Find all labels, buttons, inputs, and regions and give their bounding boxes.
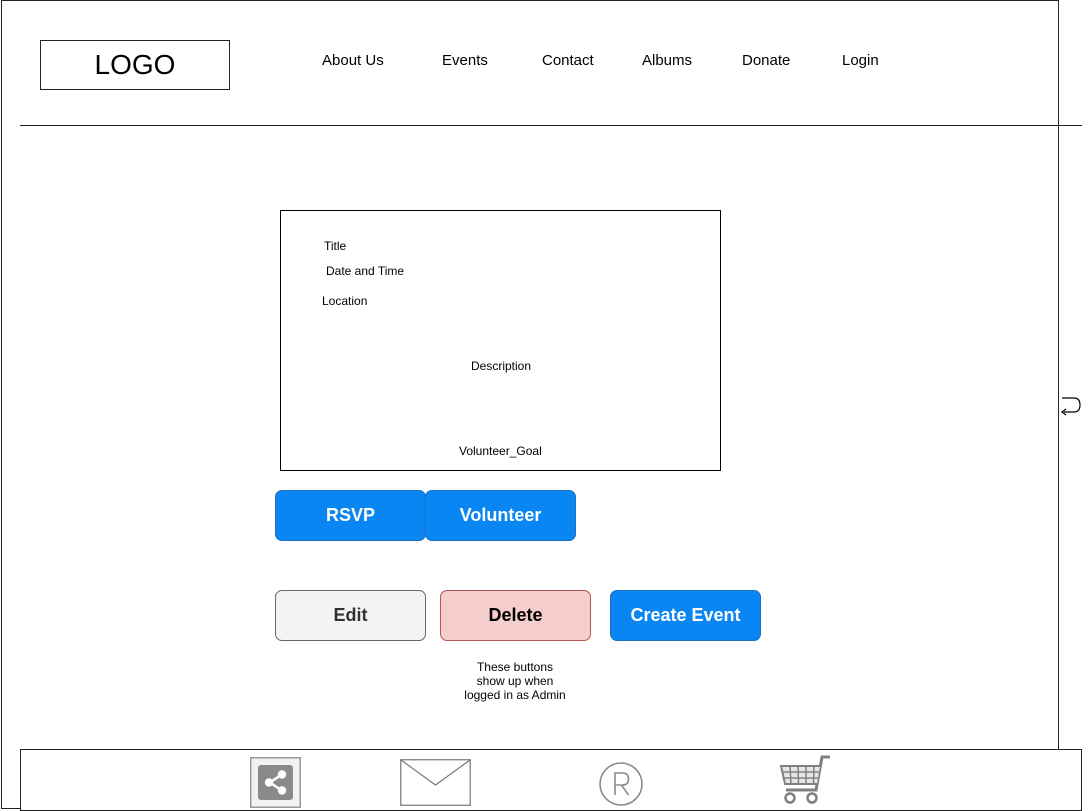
registered-icon[interactable] [598,761,644,807]
admin-note: These buttons show up when logged in as … [455,660,575,702]
event-location: Location [322,294,368,308]
mail-icon[interactable] [400,759,471,806]
footer [20,749,1082,811]
rsvp-label: RSVP [325,505,376,525]
edit-label: Edit [333,605,368,625]
event-volunteer-goal: Volunteer_Goal [459,444,542,458]
admin-note-line: These buttons [476,660,554,674]
create-event-label: Create Event [630,605,741,625]
create-event-button[interactable]: Create Event [610,590,761,641]
admin-note-line: logged in as Admin [464,688,566,702]
nav-events[interactable]: Events [442,52,488,69]
nav-contact[interactable]: Contact [542,52,594,69]
nav-login[interactable]: Login [842,52,879,69]
delete-button[interactable]: Delete [440,590,591,641]
delete-label: Delete [488,605,543,625]
event-title: Title [324,239,347,253]
edit-button[interactable]: Edit [275,590,426,641]
event-date-time: Date and Time [326,264,405,278]
volunteer-label: Volunteer [459,505,542,525]
event-description: Description [471,359,532,373]
share-icon[interactable] [250,757,301,808]
nav-albums[interactable]: Albums [642,52,692,69]
event-card: Title Date and Time Location Description… [280,210,721,471]
logo-text: LOGO [94,49,176,80]
header-divider [20,125,1082,126]
logo[interactable]: LOGO [40,40,230,90]
nav-about-us[interactable]: About Us [322,52,384,69]
rsvp-button[interactable]: RSVP [275,490,426,541]
admin-note-line: show up when [476,674,554,688]
cart-icon[interactable] [778,754,832,806]
nav-donate[interactable]: Donate [742,52,790,69]
curved-arrow-icon [1061,397,1081,416]
volunteer-button[interactable]: Volunteer [425,490,576,541]
